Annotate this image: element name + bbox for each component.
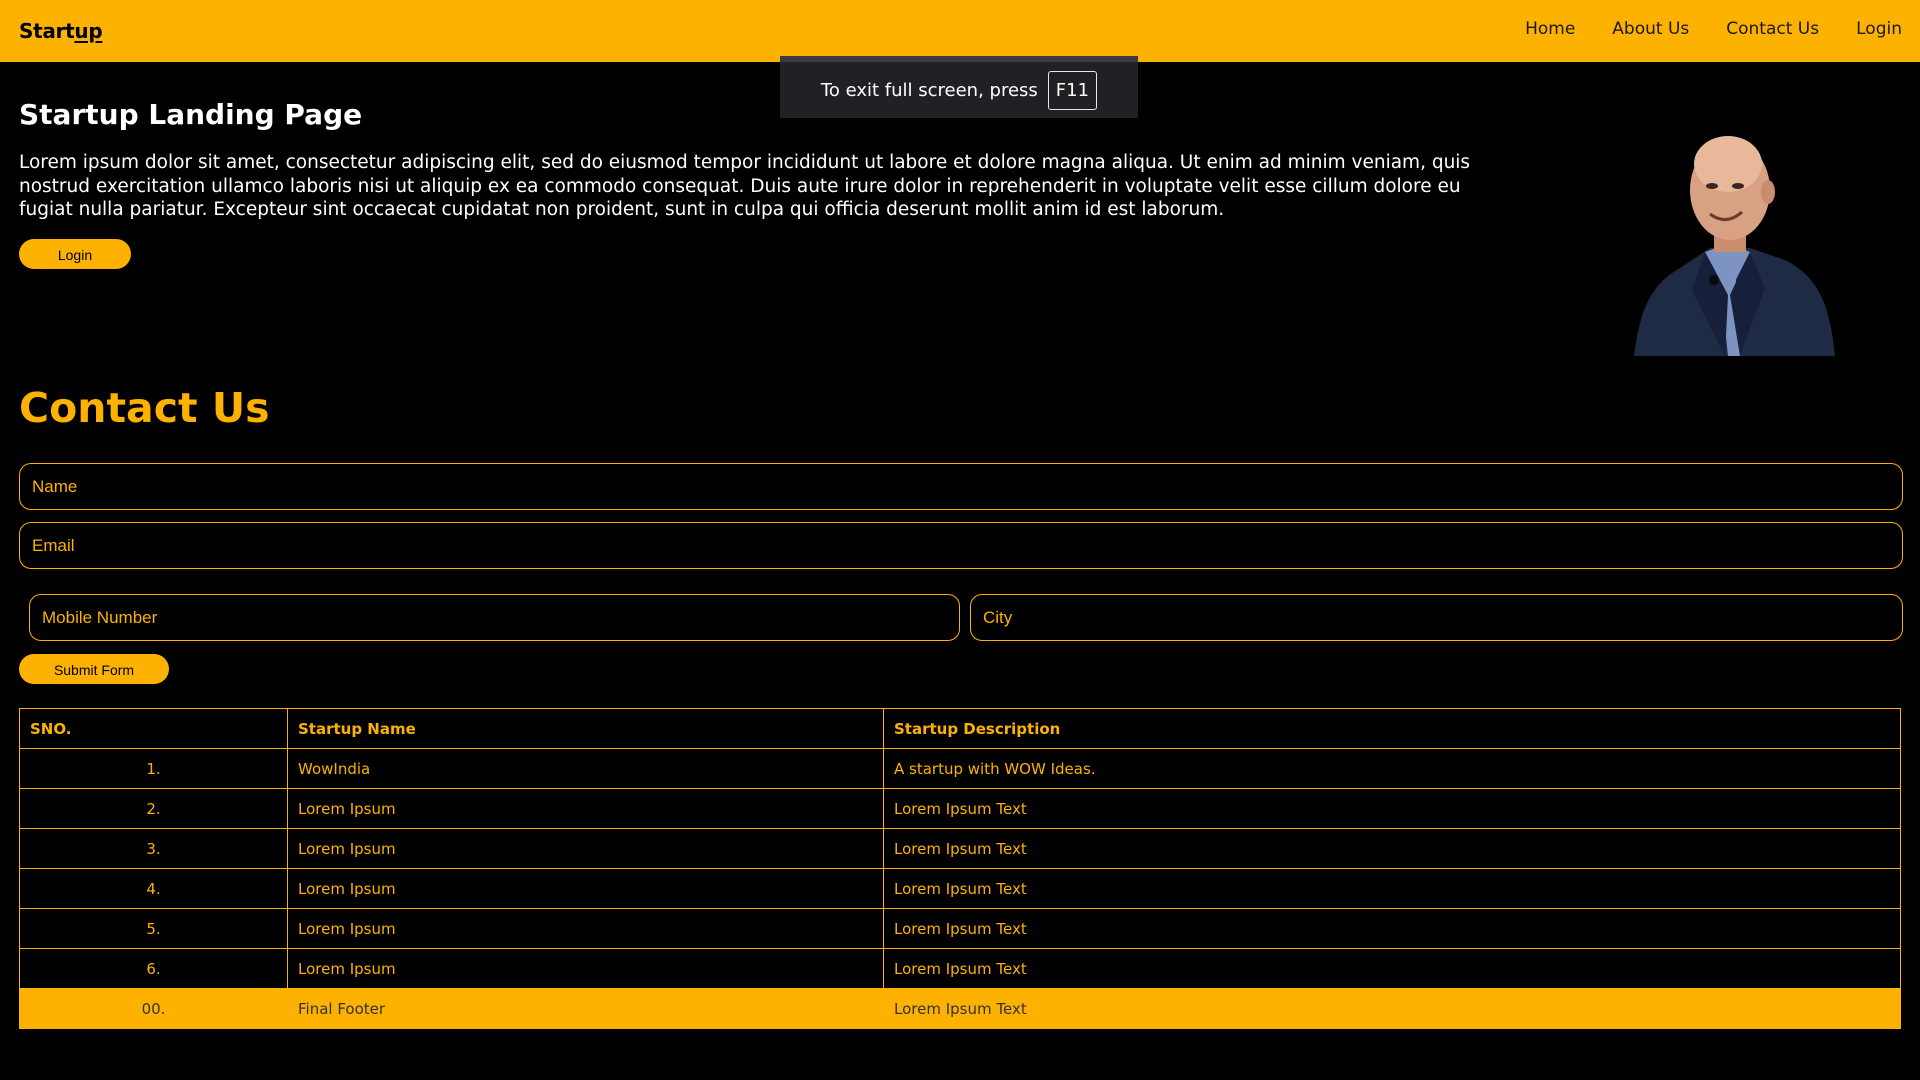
row-startup-description: Lorem Ipsum Text xyxy=(883,868,1901,909)
row-sno: 3. xyxy=(19,828,288,869)
mobile-number-input[interactable] xyxy=(29,594,960,641)
brand-main: Start xyxy=(19,19,75,43)
row-startup-name: Lorem Ipsum xyxy=(287,828,884,869)
header-startup-name: Startup Name xyxy=(287,708,884,749)
footer-sno: 00. xyxy=(19,988,288,1029)
row-sno: 1. xyxy=(19,748,288,789)
brand-underlined: up xyxy=(74,19,103,43)
row-startup-description: Lorem Ipsum Text xyxy=(883,908,1901,949)
row-startup-description: Lorem Ipsum Text xyxy=(883,788,1901,829)
row-sno: 5. xyxy=(19,908,288,949)
nav-home-link[interactable]: Home xyxy=(1525,19,1575,39)
table-row: 5. Lorem Ipsum Lorem Ipsum Text xyxy=(19,908,1901,949)
contact-section-title: Contact Us xyxy=(19,384,270,432)
row-startup-description: Lorem Ipsum Text xyxy=(883,828,1901,869)
hero-description: Lorem ipsum dolor sit amet, consectetur … xyxy=(19,152,1471,220)
f11-key-badge: F11 xyxy=(1047,70,1098,110)
row-sno: 4. xyxy=(19,868,288,909)
brand-logo[interactable]: Startup xyxy=(19,19,103,43)
footer-startup-description: Lorem Ipsum Text xyxy=(883,988,1901,1029)
table-header-row: SNO. Startup Name Startup Description xyxy=(19,708,1901,749)
nav-contact-link[interactable]: Contact Us xyxy=(1726,19,1819,39)
header-sno: SNO. xyxy=(19,708,288,749)
email-input[interactable] xyxy=(19,522,1903,569)
startup-table: SNO. Startup Name Startup Description 1.… xyxy=(19,708,1901,1029)
row-startup-description: A startup with WOW Ideas. xyxy=(883,748,1901,789)
row-startup-name: WowIndia xyxy=(287,748,884,789)
nav-about-link[interactable]: About Us xyxy=(1612,19,1689,39)
founder-portrait-image xyxy=(1634,136,1835,356)
row-startup-name: Lorem Ipsum xyxy=(287,868,884,909)
hero-login-button[interactable]: Login xyxy=(19,239,131,269)
submit-form-button[interactable]: Submit Form xyxy=(19,654,169,684)
footer-startup-name: Final Footer xyxy=(287,988,884,1029)
nav-links: Home About Us Contact Us Login xyxy=(1488,19,1902,39)
hero-title: Startup Landing Page xyxy=(19,98,363,131)
fullscreen-exit-notice: To exit full screen, press F11 xyxy=(780,56,1138,118)
row-startup-name: Lorem Ipsum xyxy=(287,788,884,829)
header-startup-description: Startup Description xyxy=(883,708,1901,749)
table-row: 4. Lorem Ipsum Lorem Ipsum Text xyxy=(19,868,1901,909)
nav-login-link[interactable]: Login xyxy=(1856,19,1902,39)
table-row: 2. Lorem Ipsum Lorem Ipsum Text xyxy=(19,788,1901,829)
row-startup-description: Lorem Ipsum Text xyxy=(883,948,1901,989)
city-input[interactable] xyxy=(970,594,1903,641)
table-row: 1. WowIndia A startup with WOW Ideas. xyxy=(19,748,1901,789)
fullscreen-notice-text: To exit full screen, press xyxy=(820,79,1038,101)
row-sno: 6. xyxy=(19,948,288,989)
row-startup-name: Lorem Ipsum xyxy=(287,948,884,989)
name-input[interactable] xyxy=(19,463,1903,510)
table-footer-row: 00. Final Footer Lorem Ipsum Text xyxy=(19,988,1901,1029)
table-row: 6. Lorem Ipsum Lorem Ipsum Text xyxy=(19,948,1901,989)
row-sno: 2. xyxy=(19,788,288,829)
navbar: Startup Home About Us Contact Us Login xyxy=(0,0,1920,62)
table-row: 3. Lorem Ipsum Lorem Ipsum Text xyxy=(19,828,1901,869)
row-startup-name: Lorem Ipsum xyxy=(287,908,884,949)
